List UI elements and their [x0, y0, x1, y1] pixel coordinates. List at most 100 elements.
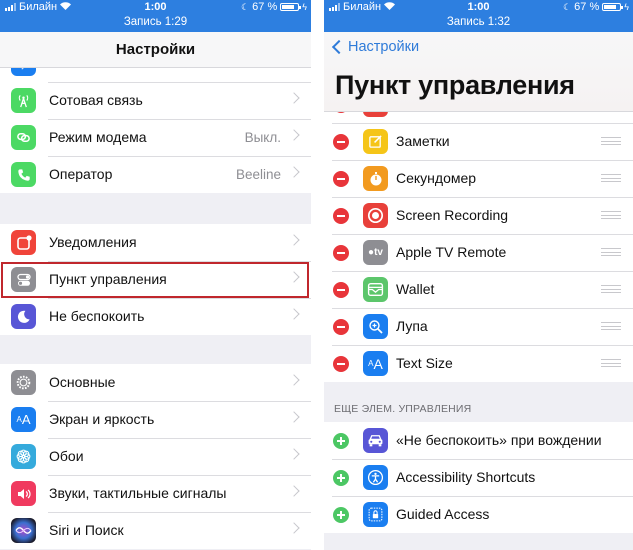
row-label: Accessibility Shortcuts — [396, 469, 536, 485]
row-label: Обои — [49, 448, 84, 464]
control-row-accessibility-shortcuts[interactable]: Accessibility Shortcuts — [324, 459, 633, 496]
row-label: Лупа — [396, 318, 428, 334]
settings-row-notifications[interactable]: Уведомления — [0, 224, 311, 261]
row-label: Wallet — [396, 281, 435, 297]
settings-group-general: Основные AA Экран и яркость Обои Звуки, … — [0, 364, 311, 549]
settings-row-wallpaper[interactable]: Обои — [0, 438, 311, 475]
row-label: Режим модема — [49, 129, 147, 145]
page-title: Настройки — [115, 41, 196, 58]
settings-screen: Билайн 1:00 ☾ 67 % ϟ Запись 1:29 Настрой… — [0, 0, 311, 550]
reorder-handle-icon[interactable] — [601, 211, 621, 219]
row-label: Text Size — [396, 355, 453, 371]
control-row-wallet[interactable]: Wallet — [324, 271, 633, 308]
settings-row-hotspot[interactable]: Режим модема Выкл. — [0, 119, 311, 156]
car-icon — [363, 428, 388, 453]
reorder-handle-icon[interactable] — [601, 137, 621, 145]
included-controls-list: Заметки Секундомер Screen Recording ●tv … — [324, 86, 633, 382]
row-label: Уведомления — [49, 234, 137, 250]
reorder-handle-icon[interactable] — [601, 248, 621, 256]
add-icon[interactable] — [333, 507, 349, 523]
row-value: Выкл. — [244, 130, 281, 145]
wallpaper-icon — [11, 444, 36, 469]
reorder-handle-icon[interactable] — [601, 174, 621, 182]
control-row-text-size[interactable]: AA Text Size — [324, 345, 633, 382]
reorder-handle-icon[interactable] — [601, 322, 621, 330]
row-label: Основные — [49, 374, 116, 390]
chevron-right-icon — [288, 448, 300, 460]
settings-row-sounds[interactable]: Звуки, тактильные сигналы — [0, 475, 311, 512]
control-row-magnifier[interactable]: Лупа — [324, 308, 633, 345]
chevron-right-icon — [288, 271, 300, 283]
settings-group-notifications: Уведомления Пункт управления Не беспокои… — [0, 224, 311, 335]
chevron-right-icon — [288, 234, 300, 246]
settings-row-do-not-disturb[interactable]: Не беспокоить — [0, 298, 311, 335]
cellular-icon — [11, 88, 36, 113]
control-row-stopwatch[interactable]: Секундомер — [324, 160, 633, 197]
control-row-apple-tv-remote[interactable]: ●tv Apple TV Remote — [324, 234, 633, 271]
remove-icon[interactable] — [333, 356, 349, 372]
page-title: Пункт управления — [335, 70, 575, 100]
row-label: Screen Recording — [396, 207, 509, 223]
settings-row-general[interactable]: Основные — [0, 364, 311, 401]
settings-row-cellular[interactable]: Сотовая связь — [0, 82, 311, 119]
text-size-icon: AA — [363, 351, 388, 376]
notes-icon — [363, 129, 388, 154]
add-icon[interactable] — [333, 470, 349, 486]
stopwatch-icon — [363, 166, 388, 191]
status-bar: Билайн 1:00 ☾ 67 % ϟ Запись 1:29 — [0, 0, 311, 32]
control-row-notes[interactable]: Заметки — [324, 123, 633, 160]
magnifier-icon — [363, 314, 388, 339]
control-row-screen-recording[interactable]: Screen Recording — [324, 197, 633, 234]
row-label: «Не беспокоить» при вождении — [396, 432, 602, 448]
control-row-dnd-driving[interactable]: «Не беспокоить» при вождении — [324, 422, 633, 459]
settings-row-carrier[interactable]: Оператор Beeline — [0, 156, 311, 193]
siri-icon — [11, 518, 36, 543]
row-label: Guided Access — [396, 506, 490, 522]
back-button[interactable]: Настройки — [330, 39, 419, 55]
accessibility-icon — [363, 465, 388, 490]
notifications-icon — [11, 230, 36, 255]
row-label: Apple TV Remote — [396, 244, 507, 260]
reorder-handle-icon[interactable] — [601, 285, 621, 293]
remove-icon[interactable] — [333, 282, 349, 298]
settings-row-display[interactable]: AA Экран и яркость — [0, 401, 311, 438]
recording-indicator[interactable]: Запись 1:29 — [0, 16, 311, 28]
add-icon[interactable] — [333, 433, 349, 449]
battery-percent: 67 % — [252, 1, 278, 13]
control-center-icon — [11, 267, 36, 292]
recording-indicator[interactable]: Запись 1:32 — [324, 16, 633, 28]
settings-row-siri[interactable]: Siri и Поиск — [0, 512, 311, 549]
row-value: Beeline — [235, 167, 281, 182]
moon-icon — [11, 304, 36, 329]
remove-icon[interactable] — [333, 134, 349, 150]
control-center-screen: Билайн 1:00 ☾ 67 % ϟ Запись 1:32 Настрой… — [324, 0, 633, 550]
row-label: Siri и Поиск — [49, 522, 124, 538]
row-label: Пункт управления — [49, 271, 167, 287]
row-label: Звуки, тактильные сигналы — [49, 485, 227, 501]
reorder-handle-icon[interactable] — [601, 359, 621, 367]
nav-bar: Настройки — [0, 32, 311, 68]
settings-row-control-center[interactable]: Пункт управления — [0, 261, 311, 298]
remove-icon[interactable] — [333, 245, 349, 261]
row-label: Заметки — [396, 133, 450, 149]
chevron-right-icon — [288, 522, 300, 534]
chevron-right-icon — [288, 129, 300, 141]
chevron-right-icon — [288, 92, 300, 104]
row-label: Секундомер — [396, 170, 477, 186]
remove-icon[interactable] — [333, 208, 349, 224]
screen-recording-icon — [363, 203, 388, 228]
apple-tv-icon: ●tv — [363, 240, 388, 265]
remove-icon[interactable] — [333, 171, 349, 187]
control-row-guided-access[interactable]: Guided Access — [324, 496, 633, 533]
row-label: Экран и яркость — [49, 411, 155, 427]
phone-icon — [11, 162, 36, 187]
display-icon: AA — [11, 407, 36, 432]
nav-bar: Настройки Пункт управления — [324, 32, 633, 112]
back-label: Настройки — [348, 39, 420, 55]
battery-icon — [602, 3, 624, 11]
remove-icon[interactable] — [333, 319, 349, 335]
row-label: Сотовая связь — [49, 92, 143, 108]
battery-icon — [280, 3, 302, 11]
charging-icon: ϟ — [302, 2, 307, 12]
charging-icon: ϟ — [624, 2, 629, 12]
